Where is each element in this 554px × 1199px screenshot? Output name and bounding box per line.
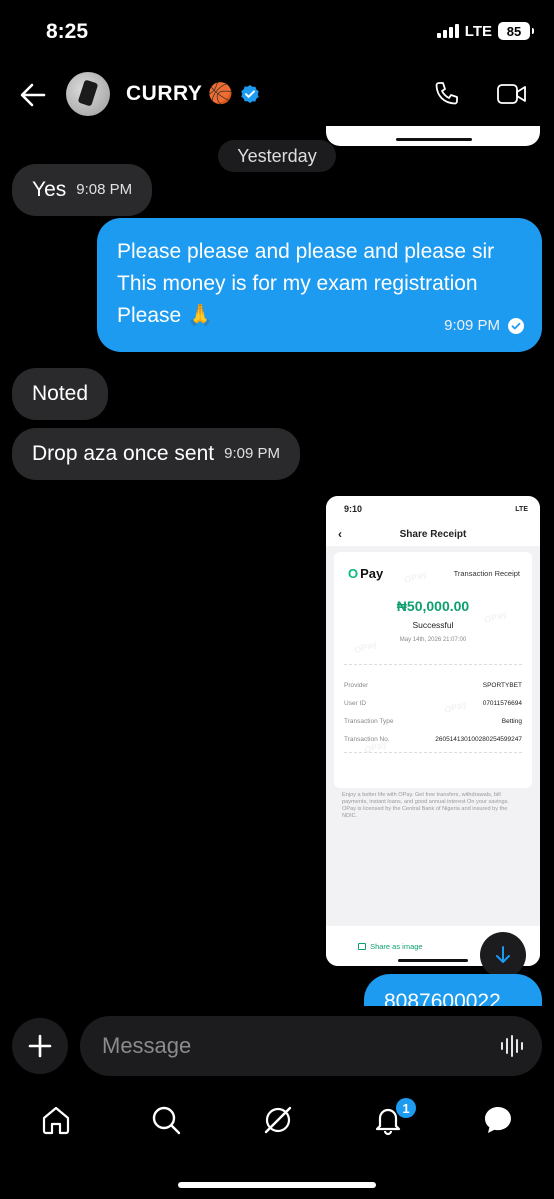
status-icons: LTE 85 — [436, 22, 534, 40]
voice-message-icon[interactable] — [500, 1034, 526, 1058]
receipt-details: Provider SPORTYBET User ID 07011576694 T… — [344, 676, 522, 748]
receipt-row-key: Provider — [344, 681, 369, 689]
chat-header: CURRY 🏀 — [0, 64, 554, 126]
message-composer — [0, 1016, 554, 1078]
share-as-image-label: Share as image — [370, 941, 423, 951]
add-attachment-button[interactable] — [12, 1018, 68, 1074]
message-text: Noted — [32, 382, 89, 405]
receipt-back-icon: ‹ — [338, 527, 342, 541]
receipt-amount: ₦50,000.00 — [396, 598, 470, 614]
receipt-card: OPay OPay OPay OPay OPay O Pay Transactio… — [334, 552, 532, 788]
read-receipt-icon — [508, 318, 524, 334]
message-outgoing[interactable]: 8087600022 — [364, 974, 542, 1006]
status-time: 8:25 — [46, 20, 89, 43]
receipt-row-key: Transaction No. — [344, 735, 390, 743]
phone-call-icon[interactable] — [432, 80, 460, 108]
network-type: LTE — [464, 22, 492, 40]
receipt-row-value: SPORTYBET — [482, 681, 522, 689]
basketball-emoji: 🏀 — [208, 83, 234, 105]
home-indicator — [178, 1182, 376, 1188]
receipt-row: Transaction No. 260514130100280254599247 — [344, 730, 522, 748]
arrow-down-icon — [496, 946, 510, 963]
share-as-image: Share as image — [358, 942, 423, 951]
receipt-nav: ‹ Share Receipt — [326, 522, 540, 546]
receipt-row-value: Betting — [501, 717, 522, 725]
receipt-image-attachment[interactable]: 9:10 LTE ‹ Share Receipt OPay OPay OPay … — [326, 496, 540, 966]
bottom-tab-bar: 1 — [0, 1090, 554, 1154]
receipt-row-value: 07011576694 — [482, 699, 522, 707]
video-call-icon[interactable] — [496, 82, 528, 106]
message-outgoing[interactable]: Please please and please and please sir … — [97, 218, 542, 352]
receipt-row: User ID 07011576694 — [344, 694, 522, 712]
receipt-date: May 14th, 2026 21:07:00 — [399, 637, 467, 643]
verified-badge-icon — [241, 84, 259, 103]
message-text: Yes — [32, 178, 67, 201]
search-icon[interactable] — [150, 1104, 182, 1136]
contact-name[interactable]: CURRY 🏀 — [126, 81, 260, 106]
message-text: Drop aza once sent — [32, 442, 215, 465]
receipt-status-time: 9:10 — [344, 504, 363, 514]
message-text: 8087600022 — [384, 990, 501, 1006]
grok-icon[interactable] — [262, 1104, 294, 1136]
receipt-row: Transaction Type Betting — [344, 712, 522, 730]
receipt-label: Transaction Receipt — [453, 569, 520, 578]
message-incoming[interactable]: Drop aza once sent 9:09 PM — [12, 428, 300, 480]
message-input[interactable] — [80, 1016, 542, 1076]
notifications-badge: 1 — [396, 1098, 416, 1118]
back-arrow-icon[interactable] — [20, 82, 46, 108]
receipt-status-network: LTE — [515, 505, 528, 513]
home-icon[interactable] — [40, 1104, 72, 1136]
scroll-to-bottom-button[interactable] — [480, 932, 526, 978]
receipt-status: Successful — [412, 620, 454, 630]
receipt-row-key: Transaction Type — [344, 717, 394, 725]
receipt-watermark: OPay — [403, 568, 428, 586]
plus-icon — [28, 1034, 52, 1058]
receipt-status-bar: 9:10 LTE — [326, 496, 540, 522]
contact-name-text: CURRY — [126, 81, 203, 105]
messages-icon[interactable] — [482, 1104, 514, 1136]
avatar[interactable] — [66, 72, 110, 116]
message-incoming[interactable]: Noted — [12, 368, 109, 420]
chat-thread[interactable]: Yesterday Yes 9:08 PM Please please and … — [0, 126, 554, 1006]
date-separator: Yesterday — [218, 140, 336, 172]
previous-image-attachment[interactable] — [326, 126, 540, 146]
receipt-row-value: 260514130100280254599247 — [435, 735, 522, 743]
status-bar: 8:25 LTE 85 — [0, 0, 554, 64]
message-incoming[interactable]: Yes 9:08 PM — [12, 164, 153, 216]
message-time: 9:08 PM — [76, 181, 133, 198]
opay-logo-o: O — [348, 566, 359, 581]
battery-icon: 85 — [498, 22, 534, 40]
receipt-footer: Enjoy a better life with OPay. Get free … — [342, 792, 509, 819]
message-time: 9:09 PM — [444, 317, 500, 334]
signal-icon — [436, 24, 459, 38]
receipt-row-key: User ID — [344, 699, 367, 707]
opay-logo-text: Pay — [360, 566, 384, 581]
receipt-title: Share Receipt — [399, 528, 467, 540]
opay-logo: O Pay — [348, 566, 383, 581]
receipt-row: Provider SPORTYBET — [344, 676, 522, 694]
message-time: 9:09 PM — [224, 445, 280, 462]
